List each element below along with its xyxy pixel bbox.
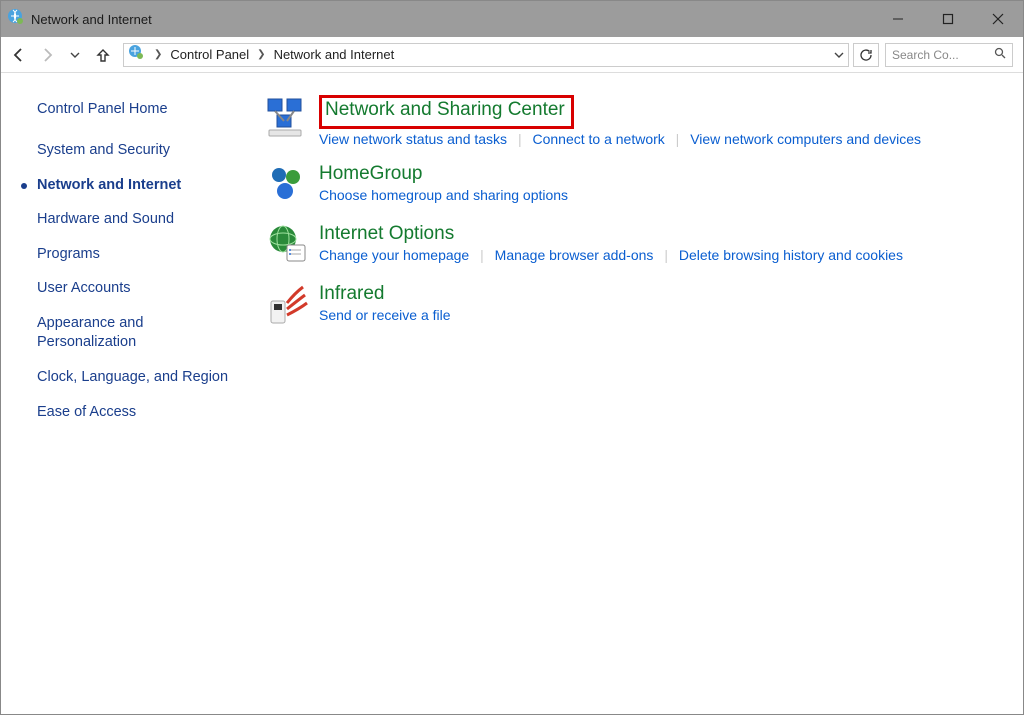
link-change-homepage[interactable]: Change your homepage (319, 247, 469, 263)
search-placeholder: Search Co... (892, 48, 994, 62)
refresh-button[interactable] (853, 43, 879, 67)
search-icon (994, 47, 1006, 62)
link-homegroup-options[interactable]: Choose homegroup and sharing options (319, 187, 568, 203)
link-manage-addons[interactable]: Manage browser add-ons (495, 247, 654, 263)
content-area: Control Panel Home System and Security N… (1, 73, 1023, 714)
network-sharing-icon (265, 95, 309, 139)
app-icon (7, 8, 25, 31)
back-button[interactable] (5, 41, 33, 69)
main-panel: Network and Sharing Center View network … (261, 73, 1023, 714)
sidebar-item-user-accounts[interactable]: User Accounts (37, 279, 261, 299)
titlebar: Network and Internet (1, 1, 1023, 37)
window-controls (873, 1, 1023, 37)
sidebar-item-programs[interactable]: Programs (37, 245, 261, 265)
link-separator: | (480, 247, 484, 263)
link-separator: | (518, 131, 522, 147)
close-button[interactable] (973, 1, 1023, 37)
link-delete-history[interactable]: Delete browsing history and cookies (679, 247, 903, 263)
up-button[interactable] (89, 41, 117, 69)
link-view-computers[interactable]: View network computers and devices (690, 131, 921, 147)
sidebar-item-system-security[interactable]: System and Security (37, 141, 261, 161)
category-title-internet-options[interactable]: Internet Options (319, 223, 454, 245)
link-send-receive-file[interactable]: Send or receive a file (319, 307, 451, 323)
category-infrared: Infrared Send or receive a file (265, 283, 999, 327)
sidebar-item-appearance[interactable]: Appearance and Personalization (37, 314, 197, 353)
search-input[interactable]: Search Co... (885, 43, 1013, 67)
breadcrumb-1[interactable]: Network and Internet (272, 44, 397, 66)
chevron-right-icon[interactable]: ❯ (251, 49, 271, 60)
window-title: Network and Internet (31, 12, 152, 27)
address-dropdown[interactable] (834, 44, 844, 66)
link-separator: | (664, 247, 668, 263)
category-title-network-sharing[interactable]: Network and Sharing Center (325, 99, 565, 121)
internet-options-icon (265, 223, 309, 267)
forward-button[interactable] (33, 41, 61, 69)
address-bar[interactable]: ❯ Control Panel ❯ Network and Internet (123, 43, 849, 67)
breadcrumb-0[interactable]: Control Panel (168, 44, 251, 66)
homegroup-icon (265, 163, 309, 207)
sidebar-item-ease-of-access[interactable]: Ease of Access (37, 403, 261, 423)
sidebar-item-clock-region[interactable]: Clock, Language, and Region (37, 368, 261, 388)
highlight-box: Network and Sharing Center (319, 95, 574, 129)
category-title-homegroup[interactable]: HomeGroup (319, 163, 423, 185)
category-network-sharing: Network and Sharing Center View network … (265, 95, 999, 147)
sidebar: Control Panel Home System and Security N… (1, 73, 261, 714)
link-connect-network[interactable]: Connect to a network (532, 131, 664, 147)
category-homegroup: HomeGroup Choose homegroup and sharing o… (265, 163, 999, 207)
toolbar: ❯ Control Panel ❯ Network and Internet S… (1, 37, 1023, 73)
chevron-right-icon[interactable]: ❯ (148, 49, 168, 60)
link-view-status[interactable]: View network status and tasks (319, 131, 507, 147)
link-separator: | (676, 131, 680, 147)
control-panel-home-link[interactable]: Control Panel Home (37, 101, 261, 117)
minimize-button[interactable] (873, 1, 923, 37)
location-icon (128, 44, 144, 65)
sidebar-item-hardware-sound[interactable]: Hardware and Sound (37, 210, 261, 230)
maximize-button[interactable] (923, 1, 973, 37)
infrared-icon (265, 283, 309, 327)
history-dropdown[interactable] (61, 41, 89, 69)
category-internet-options: Internet Options Change your homepage | … (265, 223, 999, 267)
sidebar-item-network-internet[interactable]: Network and Internet (37, 176, 261, 196)
category-title-infrared[interactable]: Infrared (319, 283, 384, 305)
